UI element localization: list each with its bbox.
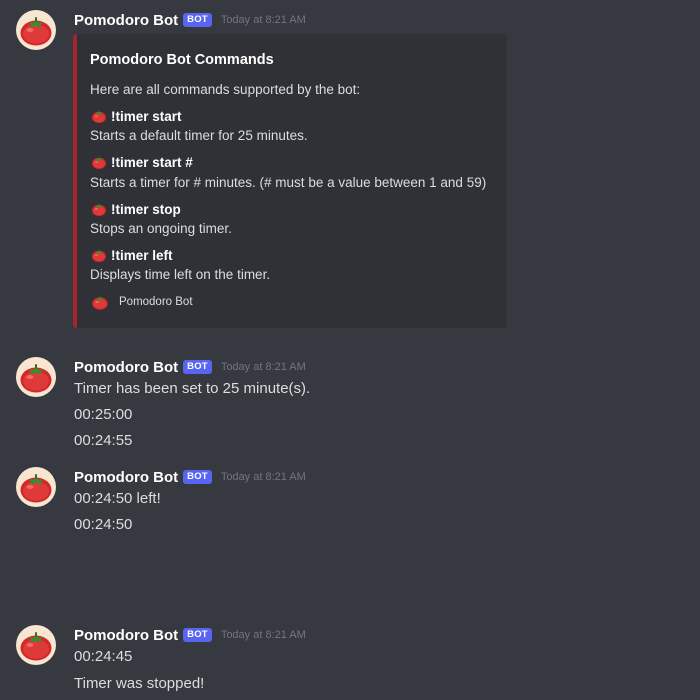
- field-name-text: !timer start #: [111, 154, 193, 170]
- embed-footer-text: Pomodoro Bot: [119, 296, 193, 308]
- username[interactable]: Pomodoro Bot: [74, 359, 178, 376]
- message-text: 00:24:55: [74, 432, 133, 449]
- message-text: 00:25:00: [74, 406, 133, 423]
- embed-field-name: !timer start #: [90, 152, 193, 172]
- embed-field-value: Displays time left on the timer.: [90, 267, 271, 282]
- tomato-icon: [90, 200, 108, 218]
- embed-field-name: !timer start: [90, 106, 182, 126]
- tomato-icon: [90, 246, 108, 264]
- timestamp[interactable]: Today at 8:21 AM: [221, 14, 306, 26]
- timestamp[interactable]: Today at 8:21 AM: [221, 361, 306, 373]
- embed-field-name: !timer stop: [90, 199, 181, 219]
- timestamp[interactable]: Today at 8:21 AM: [221, 629, 306, 641]
- field-name-text: !timer left: [111, 247, 173, 263]
- message-text: 00:24:50: [74, 516, 133, 533]
- timestamp[interactable]: Today at 8:21 AM: [221, 471, 306, 483]
- tomato-icon: [90, 292, 110, 312]
- message-text: Timer has been set to 25 minute(s).: [74, 380, 311, 397]
- embed-field-value: Starts a timer for # minutes. (# must be…: [90, 175, 487, 190]
- username[interactable]: Pomodoro Bot: [74, 469, 178, 486]
- field-name-text: !timer start: [111, 108, 182, 124]
- embed-field-name: !timer left: [90, 245, 173, 265]
- message-header: Pomodoro Bot BOT Today at 8:21 AM: [74, 625, 306, 645]
- username[interactable]: Pomodoro Bot: [74, 627, 178, 644]
- message-header: Pomodoro Bot BOT Today at 8:21 AM: [74, 467, 306, 487]
- message-text: 00:24:45: [74, 648, 133, 665]
- field-name-text: !timer stop: [111, 201, 181, 217]
- embed-title: Pomodoro Bot Commands: [90, 52, 274, 68]
- tomato-icon: [16, 10, 56, 50]
- bot-avatar[interactable]: [16, 357, 56, 397]
- embed-footer: Pomodoro Bot: [90, 292, 193, 312]
- tomato-icon: [16, 467, 56, 507]
- bot-tag: BOT: [183, 470, 212, 484]
- message-text: 00:24:50 left!: [74, 490, 161, 507]
- embed-field-value: Starts a default timer for 25 minutes.: [90, 128, 308, 143]
- embed-description: Here are all commands supported by the b…: [90, 82, 361, 97]
- bot-tag: BOT: [183, 360, 212, 374]
- tomato-icon: [16, 625, 56, 665]
- username[interactable]: Pomodoro Bot: [74, 12, 178, 29]
- message-header: Pomodoro Bot BOT Today at 8:21 AM: [74, 357, 306, 377]
- tomato-icon: [90, 153, 108, 171]
- tomato-icon: [16, 357, 56, 397]
- message-header: Pomodoro Bot BOT Today at 8:21 AM: [74, 10, 306, 30]
- bot-avatar[interactable]: [16, 10, 56, 50]
- bot-tag: BOT: [183, 628, 212, 642]
- bot-avatar[interactable]: [16, 625, 56, 665]
- bot-tag: BOT: [183, 13, 212, 27]
- message-text: Timer was stopped!: [74, 675, 205, 692]
- embed-field-value: Stops an ongoing timer.: [90, 221, 232, 236]
- bot-avatar[interactable]: [16, 467, 56, 507]
- tomato-icon: [90, 107, 108, 125]
- commands-embed: Pomodoro Bot Commands Here are all comma…: [73, 34, 507, 328]
